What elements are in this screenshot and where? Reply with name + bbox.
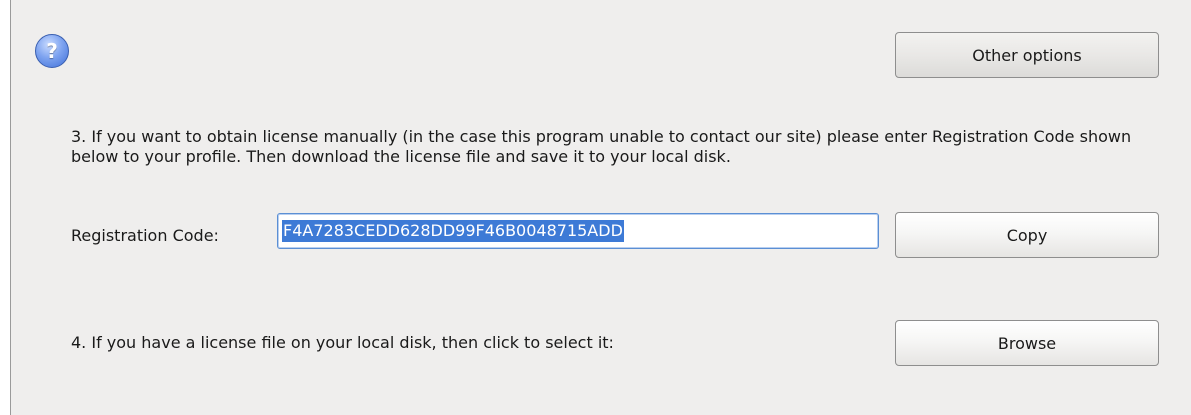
registration-code-label: Registration Code: — [71, 226, 219, 245]
other-options-label: Other options — [972, 45, 1082, 65]
question-icon[interactable]: ? — [35, 34, 69, 68]
step4-instructions: 4. If you have a license file on your lo… — [71, 333, 614, 352]
help-glyph: ? — [46, 39, 58, 63]
other-options-button[interactable]: Other options — [895, 32, 1159, 78]
browse-button[interactable]: Browse — [895, 320, 1159, 366]
license-panel: ? Other options 3. If you want to obtain… — [10, 0, 1191, 415]
step3-instructions: 3. If you want to obtain license manuall… — [71, 127, 1132, 166]
registration-code-field[interactable]: F4A7283CEDD628DD99F46B0048715ADD — [277, 213, 879, 249]
copy-label: Copy — [1006, 225, 1048, 245]
copy-button[interactable]: Copy — [895, 212, 1159, 258]
browse-label: Browse — [997, 333, 1057, 353]
registration-code-value: F4A7283CEDD628DD99F46B0048715ADD — [282, 220, 624, 242]
